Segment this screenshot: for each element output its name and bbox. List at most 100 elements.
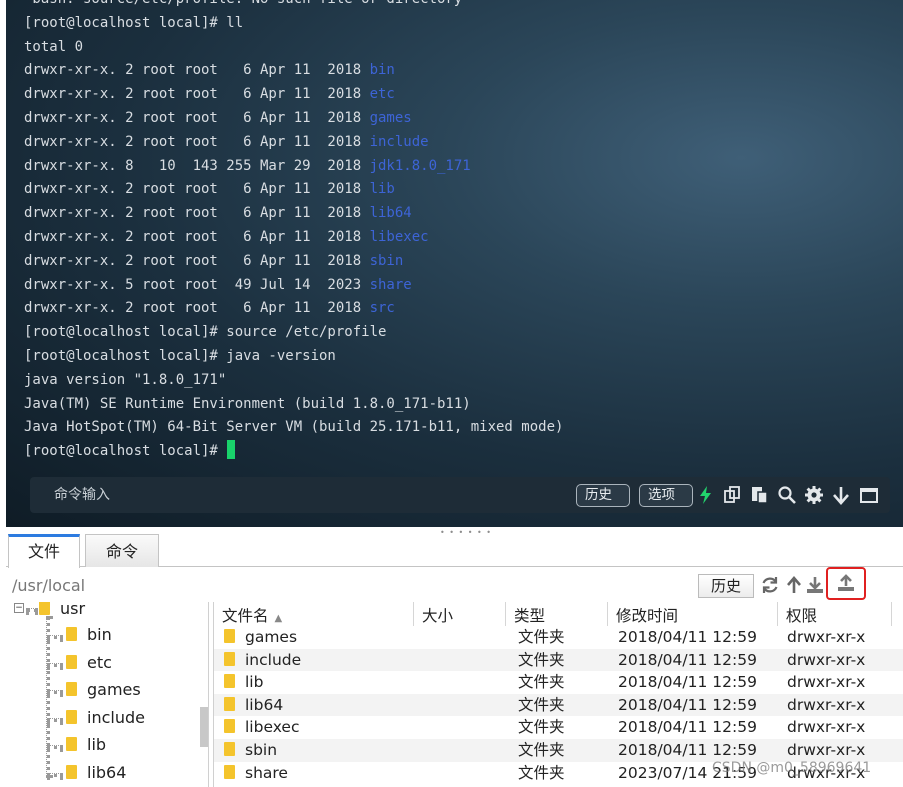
file-cell-name: sbin (222, 739, 277, 761)
lightning-icon[interactable] (696, 485, 716, 505)
folder-icon (224, 651, 235, 666)
file-cell-modified: 2018/04/11 12:59 (618, 695, 757, 714)
folder-icon (66, 709, 77, 724)
tree-node-lib64[interactable]: lib64 (66, 760, 126, 786)
folder-icon (66, 737, 77, 751)
file-cell-name: lib64 (222, 694, 283, 716)
directory-name: jdk1.8.0_171 (369, 157, 471, 174)
tree-node-include[interactable]: include (66, 705, 145, 731)
file-row[interactable]: games 文件夹 2018/04/11 12:59 drwxr-xr-x (214, 626, 903, 649)
column-header-modified[interactable]: 修改时间 (608, 602, 778, 626)
maximize-icon[interactable] (859, 485, 879, 505)
tree-node-bin[interactable]: bin (66, 622, 112, 648)
gear-icon[interactable] (804, 485, 824, 505)
tree-node-label: etc (87, 652, 112, 672)
search-icon[interactable] (777, 485, 797, 505)
tree-node-label: games (87, 680, 141, 699)
folder-icon (224, 696, 235, 711)
tree-node-root[interactable]: usr (39, 602, 85, 622)
file-row[interactable]: lib 文件夹 2018/04/11 12:59 drwxr-xr-x (214, 671, 903, 694)
column-header-size[interactable]: 大小 (414, 602, 506, 626)
copy-icon[interactable] (723, 485, 743, 505)
terminal-line: drwxr-xr-x. 2 root root 6 Apr 11 2018 bi… (24, 62, 395, 79)
file-row[interactable]: lib64 文件夹 2018/04/11 12:59 drwxr-xr-x (214, 693, 903, 717)
terminal-line: drwxr-xr-x. 8 10 143 255 Mar 29 2018 jdk… (24, 157, 471, 174)
file-row[interactable]: sbin 文件夹 2018/04/11 12:59 drwxr-xr-x (214, 739, 903, 762)
column-header-name[interactable]: 文件名 ▲ (214, 602, 414, 626)
collapse-toggle-icon[interactable]: − (14, 603, 24, 613)
directory-name: sbin (369, 252, 404, 269)
folder-icon (66, 682, 77, 696)
terminal-line: -bash: source/etc/profile: No such file … (24, 0, 893, 12)
tree-scrollbar[interactable] (200, 707, 208, 747)
refresh-icon[interactable] (760, 575, 780, 595)
directory-tree[interactable]: − usr bin etc games include lib lib64 (6, 602, 209, 787)
current-path-input[interactable]: /usr/local (12, 569, 85, 602)
terminal-line: drwxr-xr-x. 2 root root 6 Apr 11 2018 ga… (24, 109, 412, 126)
terminal-prompt-line[interactable]: [root@localhost local]# (24, 440, 893, 464)
tree-node-label: include (87, 707, 145, 727)
terminal-line: [root@localhost local]# source /etc/prof… (24, 324, 387, 341)
directory-name: lib (369, 181, 395, 198)
folder-icon (66, 627, 77, 641)
path-history-button[interactable]: 历史 (698, 574, 754, 598)
upload-highlight-box (826, 567, 866, 600)
terminal-panel[interactable]: -bash: source/etc/profile: No such file … (6, 0, 903, 527)
directory-name: share (369, 276, 412, 293)
tree-node-etc[interactable]: etc (66, 650, 112, 676)
directory-name: libexec (369, 228, 429, 245)
file-row[interactable]: include 文件夹 2018/04/11 12:59 drwxr-xr-x (214, 648, 903, 672)
terminal-line: Java HotSpot(TM) 64-Bit Server VM (build… (24, 419, 564, 436)
tab-commands[interactable]: 命令 (85, 534, 159, 567)
file-cell-name: share (222, 762, 288, 784)
terminal-line: drwxr-xr-x. 2 root root 6 Apr 11 2018 in… (24, 133, 429, 150)
terminal-line: drwxr-xr-x. 2 root root 6 Apr 11 2018 sr… (24, 300, 395, 317)
directory-name: src (369, 300, 395, 317)
directory-name: include (369, 133, 429, 150)
arrow-down-icon[interactable] (831, 485, 851, 505)
tree-node-label: bin (87, 625, 112, 644)
command-input-placeholder: 命令输入 (54, 487, 110, 503)
command-history-button[interactable]: 历史 (576, 484, 630, 507)
file-cell-name: lib (222, 671, 263, 693)
terminal-line: drwxr-xr-x. 2 root root 6 Apr 11 2018 li… (24, 228, 429, 245)
folder-icon (224, 742, 235, 756)
file-list-header: 文件名 ▲ 大小 类型 修改时间 权限 (214, 602, 903, 626)
directory-name: lib64 (369, 205, 412, 222)
download-icon[interactable] (805, 575, 825, 595)
parent-directory-icon[interactable] (784, 575, 804, 595)
terminal-line: drwxr-xr-x. 2 root root 6 Apr 11 2018 li… (24, 181, 395, 198)
column-header-permission[interactable]: 权限 (778, 602, 892, 626)
terminal-line: [root@localhost local]# java -version (24, 347, 336, 364)
tree-node-label: lib64 (87, 762, 127, 782)
sort-asc-icon: ▲ (274, 613, 283, 624)
tree-node-label: usr (60, 602, 86, 618)
file-cell-modified: 2018/04/11 12:59 (618, 718, 757, 737)
terminal-line: java version "1.8.0_171" (24, 371, 227, 388)
tab-files[interactable]: 文件 (8, 534, 80, 568)
file-cell-perm: drwxr-xr-x (787, 628, 866, 646)
bottom-tab-bar: 文件 命令 (6, 534, 903, 568)
file-cell-perm: drwxr-xr-x (787, 741, 866, 759)
tree-node-label: lib (87, 735, 107, 754)
file-cell-type: 文件夹 (518, 741, 565, 759)
terminal-line: drwxr-xr-x. 2 root root 6 Apr 11 2018 sb… (24, 252, 404, 269)
file-cell-name: games (222, 626, 297, 648)
column-header-type[interactable]: 类型 (506, 602, 608, 626)
file-cell-type: 文件夹 (518, 628, 565, 646)
command-options-button[interactable]: 选项 (639, 484, 693, 507)
file-cell-modified: 2018/04/11 12:59 (618, 628, 757, 646)
tree-node-games[interactable]: games (66, 677, 141, 703)
terminal-line: drwxr-xr-x. 2 root root 6 Apr 11 2018 et… (24, 86, 395, 103)
folder-icon (224, 764, 235, 779)
file-cell-perm: drwxr-xr-x (787, 673, 866, 692)
paste-icon[interactable] (750, 485, 770, 505)
folder-icon (66, 764, 77, 779)
terminal-line: drwxr-xr-x. 5 root root 49 Jul 14 2023 s… (24, 276, 412, 293)
command-input-bar[interactable]: 命令输入 历史 选项 (30, 477, 890, 513)
file-cell-modified: 2018/04/11 12:59 (618, 673, 757, 692)
tree-node-lib[interactable]: lib (66, 732, 106, 758)
file-row[interactable]: libexec 文件夹 2018/04/11 12:59 drwxr-xr-x (214, 716, 903, 739)
upload-icon[interactable] (836, 573, 856, 593)
file-cell-perm: drwxr-xr-x (787, 695, 866, 714)
